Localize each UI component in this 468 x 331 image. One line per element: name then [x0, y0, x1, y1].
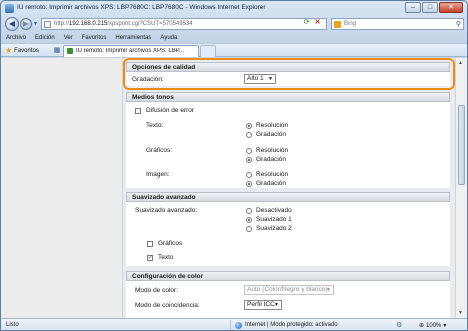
menu-herramientas[interactable]: Herramientas: [115, 33, 151, 43]
refresh-icon[interactable]: ⟳: [302, 18, 311, 27]
error-diffusion-checkbox[interactable]: [135, 108, 141, 114]
chevron-down-icon: ▼: [326, 287, 331, 293]
matching-mode-select[interactable]: Perfil ICC ▼: [244, 300, 282, 310]
url-text: http://192.168.0.215/xpsprint.cgi?CSUT=5…: [54, 21, 193, 27]
text-label: Texto:: [146, 122, 164, 129]
security-zone: Internet | Modo protegido: activado: [230, 320, 338, 330]
image-gradation-label: Gradación: [256, 180, 286, 187]
smoothing-section: Suavizado avanzado Suavizado avanzado: D…: [126, 192, 450, 266]
page-viewport: Opciones de calidad Gradación: Alto 1 ▼ …: [1, 58, 467, 318]
matching-mode-value: Perfil ICC: [247, 301, 275, 308]
zoom-icon: ⊕: [419, 323, 425, 329]
graphics-gradation-radio[interactable]: [246, 157, 252, 163]
window-title: IU remoto: Imprimir archivos XPS: LBP768…: [17, 4, 266, 11]
back-button[interactable]: ◀: [5, 17, 19, 31]
text-gradation-radio[interactable]: [246, 132, 252, 138]
menu-edicion[interactable]: Edición: [35, 33, 55, 43]
star-icon: ★: [5, 45, 13, 55]
favorites-label: Favoritos: [14, 47, 39, 54]
color-mode-value: Auto (Color/Negro y blanco): [247, 286, 328, 293]
smoothing-text-label: Texto: [158, 254, 174, 261]
graphics-resolution-label: Resolución: [256, 147, 289, 154]
new-tab-button[interactable]: [200, 45, 216, 57]
text-gradation-label: Gradación: [256, 131, 286, 138]
zone-text: Internet | Modo protegido: activado: [245, 322, 338, 328]
color-header: Configuración de color: [126, 271, 450, 281]
scroll-up-icon[interactable]: ▲: [458, 60, 463, 66]
halftones-section: Medios tonos Difusión de error Texto: Re…: [126, 92, 450, 188]
menu-favoritos[interactable]: Favoritos: [82, 33, 107, 43]
smoothing-off-label: Desactivado: [256, 207, 292, 214]
color-section: Configuración de color Modo de color: Au…: [126, 271, 450, 318]
menu-ver[interactable]: Ver: [64, 33, 73, 43]
image-resolution-radio[interactable]: [246, 172, 252, 178]
status-bar: Listo Internet | Modo protegido: activad…: [1, 318, 467, 330]
tab-strip: ▦ IU remoto: Imprimir archivos XPS: LBP.…: [51, 45, 216, 57]
page-icon: [44, 21, 51, 28]
smoothing-header: Suavizado avanzado: [126, 192, 450, 202]
color-mode-label: Modo de color:: [135, 287, 178, 294]
protected-mode-icon[interactable]: ⚙: [396, 321, 402, 329]
history-dropdown-icon[interactable]: ▼: [33, 21, 38, 27]
zoom-level: 100%: [426, 322, 442, 329]
favorites-button[interactable]: ★ Favoritos: [5, 46, 39, 55]
ie-icon: [5, 4, 14, 13]
smoothing-graphics-checkbox[interactable]: [147, 241, 153, 247]
chevron-down-icon: ▼: [274, 302, 279, 308]
halftones-header: Medios tonos: [126, 92, 450, 102]
zoom-control[interactable]: ⊕ 100% ▾: [419, 322, 447, 330]
window-controls: – □ ✕: [405, 2, 463, 13]
text-resolution-label: Resolución: [256, 122, 289, 129]
menu-ayuda[interactable]: Ayuda: [160, 33, 177, 43]
smoothing-text-checkbox[interactable]: ✓: [147, 255, 153, 261]
image-resolution-label: Resolución: [256, 171, 289, 178]
text-resolution-radio[interactable]: [246, 123, 252, 129]
menu-archivo[interactable]: Archivo: [6, 33, 26, 43]
quick-tabs-icon[interactable]: ▦: [51, 45, 63, 56]
error-diffusion-label: Difusión de error: [146, 107, 195, 114]
graphics-resolution-radio[interactable]: [246, 148, 252, 154]
minimize-button[interactable]: –: [405, 2, 421, 13]
status-text: Listo: [6, 322, 19, 328]
scroll-thumb[interactable]: [458, 105, 465, 185]
close-button[interactable]: ✕: [439, 2, 463, 13]
image-label: Imagen:: [146, 171, 170, 178]
forward-button[interactable]: ▶: [20, 18, 32, 30]
globe-icon: [235, 321, 242, 329]
title-bar: IU remoto: Imprimir archivos XPS: LBP768…: [1, 1, 467, 16]
address-bar-row: ◀ ▶ ▼ http://192.168.0.215/xpsprint.cgi?…: [1, 16, 467, 33]
smoothing-2-radio[interactable]: [246, 226, 252, 232]
matching-mode-label: Modo de coincidencia:: [135, 302, 200, 309]
smoothing-graphics-label: Gráficos: [158, 240, 183, 247]
vertical-scrollbar[interactable]: ▲ ▼: [455, 58, 467, 318]
graphics-label: Gráficos:: [146, 147, 173, 154]
image-gradation-radio[interactable]: [246, 181, 252, 187]
tab-favicon-icon: [67, 48, 73, 54]
quality-options-highlight: [123, 58, 455, 90]
smoothing-2-label: Suavizado 2: [256, 225, 292, 232]
search-placeholder: Bing: [344, 21, 357, 27]
smoothing-1-label: Suavizado 1: [256, 216, 292, 223]
smoothing-label: Suavizado avanzado:: [135, 207, 198, 214]
search-input[interactable]: Bing ⚲: [331, 18, 464, 30]
address-input[interactable]: http://192.168.0.215/xpsprint.cgi?CSUT=5…: [41, 18, 327, 30]
menu-bar: Archivo Edición Ver Favoritos Herramient…: [1, 33, 467, 43]
color-mode-select[interactable]: Auto (Color/Negro y blanco) ▼: [244, 285, 334, 295]
left-navigation-pane: [1, 58, 123, 318]
favorites-bar: ★ Favoritos ▦ IU remoto: Imprimir archiv…: [1, 43, 467, 57]
settings-page: Opciones de calidad Gradación: Alto 1 ▼ …: [126, 58, 454, 318]
tab-active[interactable]: IU remoto: Imprimir archivos XPS: LBP...: [63, 45, 199, 57]
maximize-button[interactable]: □: [422, 2, 438, 13]
tab-label: IU remoto: Imprimir archivos XPS: LBP...: [76, 48, 184, 54]
browser-window: IU remoto: Imprimir archivos XPS: LBP768…: [0, 0, 468, 331]
stop-icon[interactable]: ✕: [313, 18, 322, 27]
chevron-down-icon: ▾: [443, 323, 447, 329]
bing-icon: [334, 21, 341, 28]
smoothing-1-radio[interactable]: [246, 217, 252, 223]
scroll-down-icon[interactable]: ▼: [458, 310, 463, 316]
graphics-gradation-label: Gradación: [256, 156, 286, 163]
search-icon[interactable]: ⚲: [456, 20, 461, 28]
smoothing-off-radio[interactable]: [246, 208, 252, 214]
